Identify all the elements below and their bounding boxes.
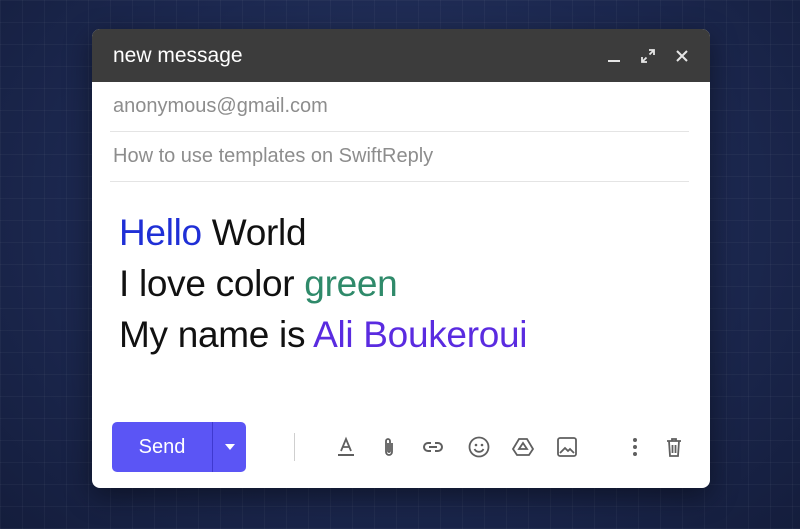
window-title: new message <box>113 43 243 67</box>
compose-window: new message Hello World I love color gre… <box>92 29 710 488</box>
minimize-icon[interactable] <box>604 46 624 66</box>
text-format-icon[interactable] <box>332 433 360 461</box>
body-text-span: Ali Boukeroui <box>313 314 528 355</box>
subject-input[interactable] <box>113 145 689 168</box>
body-text-span: Hello <box>119 212 202 253</box>
to-field[interactable] <box>110 82 689 132</box>
caret-down-icon <box>224 444 235 450</box>
send-button[interactable]: Send <box>112 422 212 472</box>
to-input[interactable] <box>113 95 689 118</box>
compose-toolbar: Send <box>112 422 692 472</box>
link-icon[interactable] <box>419 433 447 461</box>
paperclip-icon[interactable] <box>375 433 403 461</box>
close-icon[interactable] <box>672 46 692 66</box>
message-body[interactable]: Hello World I love color green My name i… <box>119 207 528 360</box>
image-icon[interactable] <box>553 433 581 461</box>
body-text-span: I love color <box>119 263 305 304</box>
body-text-span: My name is <box>119 314 314 355</box>
title-bar: new message <box>92 29 710 82</box>
subject-field[interactable] <box>110 132 689 182</box>
emoji-icon[interactable] <box>465 433 493 461</box>
expand-icon[interactable] <box>638 46 658 66</box>
more-vertical-icon[interactable] <box>621 433 649 461</box>
drive-icon[interactable] <box>509 433 537 461</box>
trash-icon[interactable] <box>660 433 688 461</box>
body-text-span: World <box>201 212 307 253</box>
body-text-span: green <box>304 263 398 304</box>
send-button-group: Send <box>112 422 246 472</box>
body-line: My name is Ali Boukeroui <box>119 309 528 360</box>
window-controls <box>604 46 692 66</box>
body-line: Hello World <box>119 207 527 258</box>
toolbar-separator <box>294 433 295 461</box>
send-options-button[interactable] <box>213 422 246 472</box>
body-line: I love color green <box>119 258 527 309</box>
